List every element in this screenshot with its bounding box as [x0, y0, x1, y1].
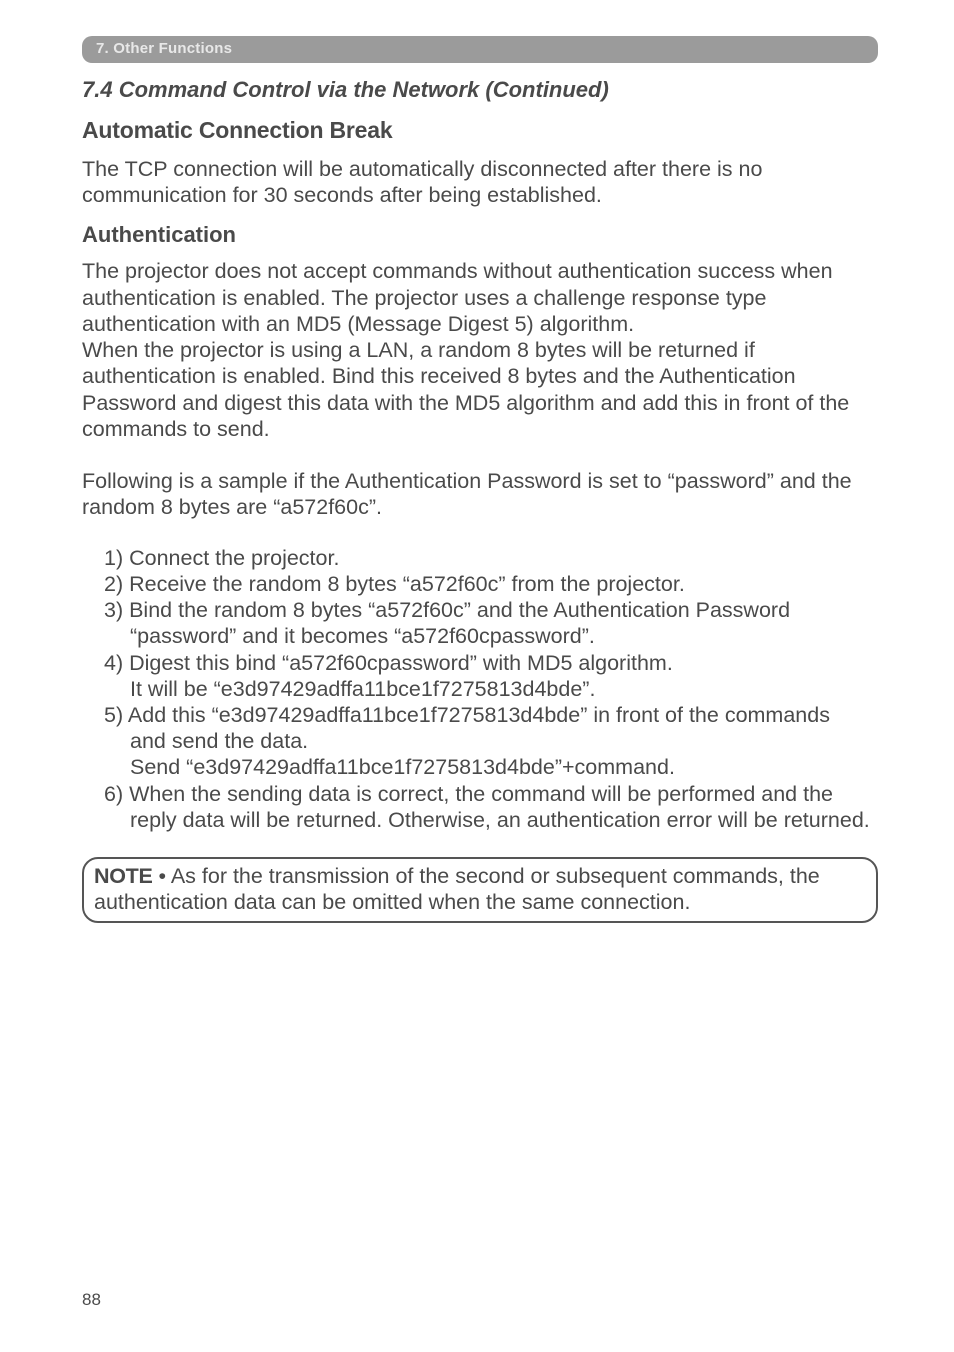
step-1: 1) Connect the projector. [104, 545, 878, 571]
step-4-line1: 4) Digest this bind “a572f60cpassword” w… [104, 650, 878, 676]
auth-para3: Following is a sample if the Authenticat… [82, 469, 852, 519]
auth-para2: When the projector is using a LAN, a ran… [82, 338, 849, 441]
step-3-line2: “password” and it becomes “a572f60cpassw… [104, 623, 878, 649]
chapter-bar: 7. Other Functions [82, 36, 878, 63]
step-5-line3: Send “e3d97429adffa11bce1f7275813d4bde”+… [104, 754, 878, 780]
step-3-line1: 3) Bind the random 8 bytes “a572f60c” an… [104, 597, 878, 623]
auto-break-text: The TCP connection will be automatically… [82, 156, 878, 208]
note-label: NOTE [94, 864, 153, 888]
page-number: 88 [82, 1290, 101, 1310]
step-6-line2: reply data will be returned. Otherwise, … [104, 807, 878, 833]
step-5-line1: 5) Add this “e3d97429adffa11bce1f7275813… [104, 702, 878, 728]
steps-list: 1) Connect the projector. 2) Receive the… [82, 545, 878, 833]
step-6-line1: 6) When the sending data is correct, the… [104, 781, 878, 807]
step-2: 2) Receive the random 8 bytes “a572f60c”… [104, 571, 878, 597]
auth-paragraphs: The projector does not accept commands w… [82, 258, 878, 520]
step-4-line2: It will be “e3d97429adffa11bce1f7275813d… [104, 676, 878, 702]
section-title: 7.4 Command Control via the Network (Con… [82, 77, 878, 103]
auth-para1: The projector does not accept commands w… [82, 259, 833, 335]
heading-authentication: Authentication [82, 222, 878, 248]
step-5-line2: and send the data. [104, 728, 878, 754]
chapter-label: 7. Other Functions [96, 40, 232, 57]
note-text: • As for the transmission of the second … [94, 864, 820, 914]
heading-auto-break: Automatic Connection Break [82, 117, 878, 144]
note-box: NOTE • As for the transmission of the se… [82, 857, 878, 923]
